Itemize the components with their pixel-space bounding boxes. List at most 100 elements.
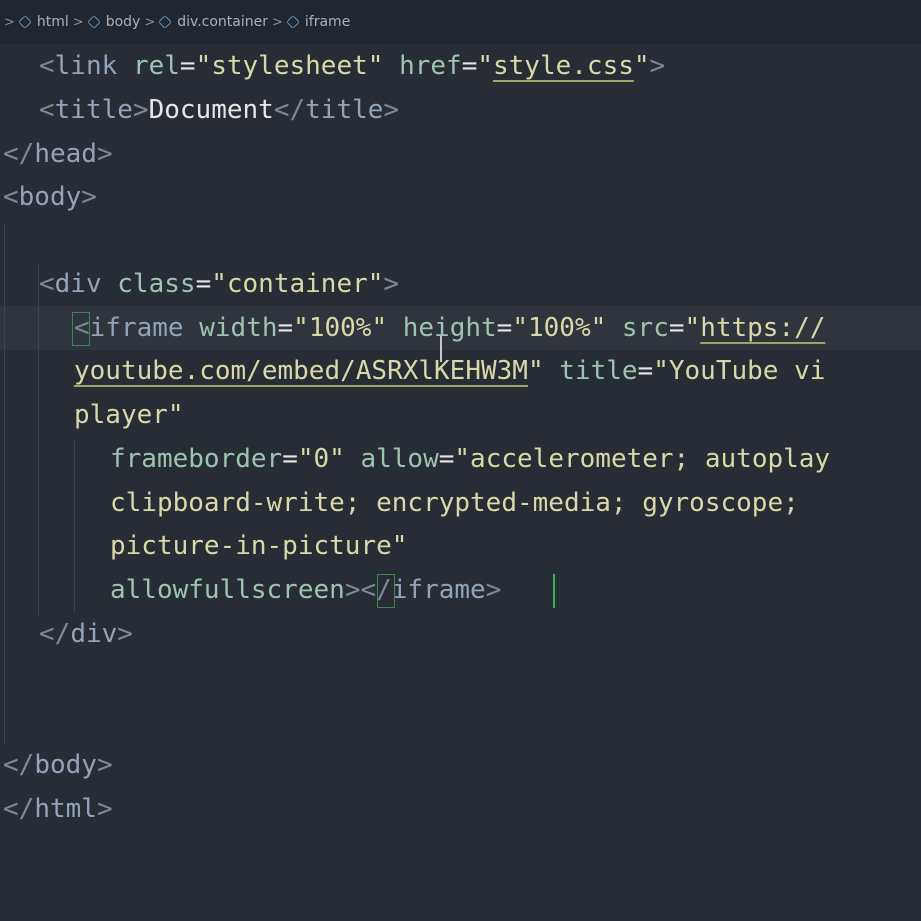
breadcrumb-separator: > [144, 14, 156, 30]
code-line: </div> [39, 612, 133, 656]
code-token: = [461, 51, 478, 81]
code-token: </ [39, 619, 71, 649]
breadcrumb-item-div-container[interactable]: div.container [158, 14, 268, 30]
code-token: < [3, 182, 19, 212]
indent-guide [74, 439, 75, 613]
code-line: </head> [3, 132, 113, 176]
breadcrumb-label: div.container [177, 14, 268, 30]
code-token: = [179, 51, 196, 81]
breadcrumb-item-iframe[interactable]: iframe [286, 14, 351, 30]
code-token: </ [273, 95, 306, 125]
indent-guide [38, 264, 39, 615]
bracket-match-highlight [377, 574, 395, 608]
code-line: clipboard-write; encrypted-media; gyrosc… [110, 481, 799, 525]
code-token: body [18, 182, 82, 212]
cube-icon [86, 15, 101, 29]
code-line: allowfullscreen></iframe> [110, 568, 501, 612]
code-editor[interactable]: > html > body > div.container > iframe <… [0, 0, 921, 921]
code-token: div [70, 619, 118, 649]
cube-icon [158, 15, 173, 29]
code-token: clipboard-write; encrypted-media; gyrosc… [110, 488, 799, 518]
code-line: <link rel="stylesheet" href="style.css"> [39, 44, 665, 88]
code-token: = [282, 444, 298, 474]
code-token: src [621, 313, 669, 343]
breadcrumb-label: body [105, 14, 141, 30]
code-token: class [117, 269, 196, 299]
code-area[interactable]: <link rel="stylesheet" href="style.css">… [0, 44, 921, 921]
code-token: > [383, 95, 400, 125]
code-token: Document [148, 95, 274, 125]
code-token: > [485, 575, 502, 605]
code-token: " [633, 51, 650, 81]
code-token: = [637, 356, 654, 386]
code-token: </ [3, 139, 35, 169]
code-token: </ [3, 750, 35, 780]
code-line: <title>Document</title> [39, 88, 399, 132]
indent-guide [4, 224, 5, 744]
cube-icon [18, 15, 32, 29]
code-token: = [438, 444, 455, 474]
bracket-match-highlight [72, 312, 90, 346]
code-line: <div class="container"> [39, 262, 399, 306]
code-line: frameborder="0" allow="accelerometer; au… [110, 437, 830, 481]
code-token: frameborder [110, 444, 283, 474]
code-token: > [132, 95, 149, 125]
code-token: iframe [89, 313, 184, 343]
link-token[interactable]: youtube.com/embed/ASRXlKEHW3M [74, 356, 528, 386]
code-token: width [199, 313, 278, 343]
breadcrumb-separator: > [272, 14, 283, 30]
code-token: "100%" [293, 313, 388, 343]
code-token: = [668, 313, 685, 343]
code-token: iframe [391, 575, 486, 605]
code-token: link [54, 51, 118, 81]
breadcrumb-item-html[interactable]: html [18, 14, 69, 30]
link-token[interactable]: https:// [700, 313, 825, 343]
code-token: player" [74, 400, 184, 430]
code-token: body [34, 750, 97, 780]
text-caret [553, 574, 555, 608]
code-token: > [649, 51, 666, 81]
code-token: > [96, 139, 113, 169]
code-token: = [195, 269, 212, 299]
code-token: = [277, 313, 294, 343]
code-line: <body> [3, 175, 97, 219]
code-token: href [399, 51, 462, 81]
code-token: "accelerometer; autoplay [454, 444, 831, 474]
code-line: picture-in-picture" [110, 524, 407, 568]
code-token: " [527, 356, 544, 386]
code-token: = [496, 313, 513, 343]
code-token: "container" [211, 269, 384, 299]
code-token: rel [132, 51, 180, 81]
code-token: allow [360, 444, 439, 474]
code-token: picture-in-picture" [110, 531, 408, 561]
code-token: < [39, 95, 55, 125]
breadcrumb-separator: > [4, 14, 15, 30]
code-line: player" [74, 393, 184, 437]
code-line: youtube.com/embed/ASRXlKEHW3M" title="Yo… [74, 349, 825, 393]
code-token: < [39, 51, 55, 81]
code-token: "0" [297, 444, 345, 474]
code-token: "stylesheet" [195, 51, 384, 81]
code-token: > [117, 619, 133, 649]
code-token: > [383, 269, 400, 299]
code-token: > [81, 182, 97, 212]
code-token: > [96, 750, 113, 780]
breadcrumb: > html > body > div.container > iframe [0, 0, 921, 44]
breadcrumb-item-body[interactable]: body [86, 14, 141, 30]
code-token: allowfullscreen [110, 575, 345, 605]
code-token: " [477, 51, 493, 81]
code-token: < [39, 269, 55, 299]
code-token: html [34, 794, 97, 824]
code-line: </body> [3, 743, 113, 787]
breadcrumb-label: iframe [304, 14, 351, 30]
code-token: height [402, 313, 497, 343]
code-token: " [684, 313, 701, 343]
code-token: > [96, 794, 113, 824]
code-line-current: <iframe width="100%" height="100%" src="… [74, 306, 825, 350]
code-token: > [344, 575, 361, 605]
code-token: </ [3, 794, 35, 824]
link-token[interactable]: style.css [493, 51, 634, 81]
code-token: title [559, 356, 638, 386]
cube-icon [286, 15, 300, 29]
code-line: </html> [3, 787, 113, 831]
